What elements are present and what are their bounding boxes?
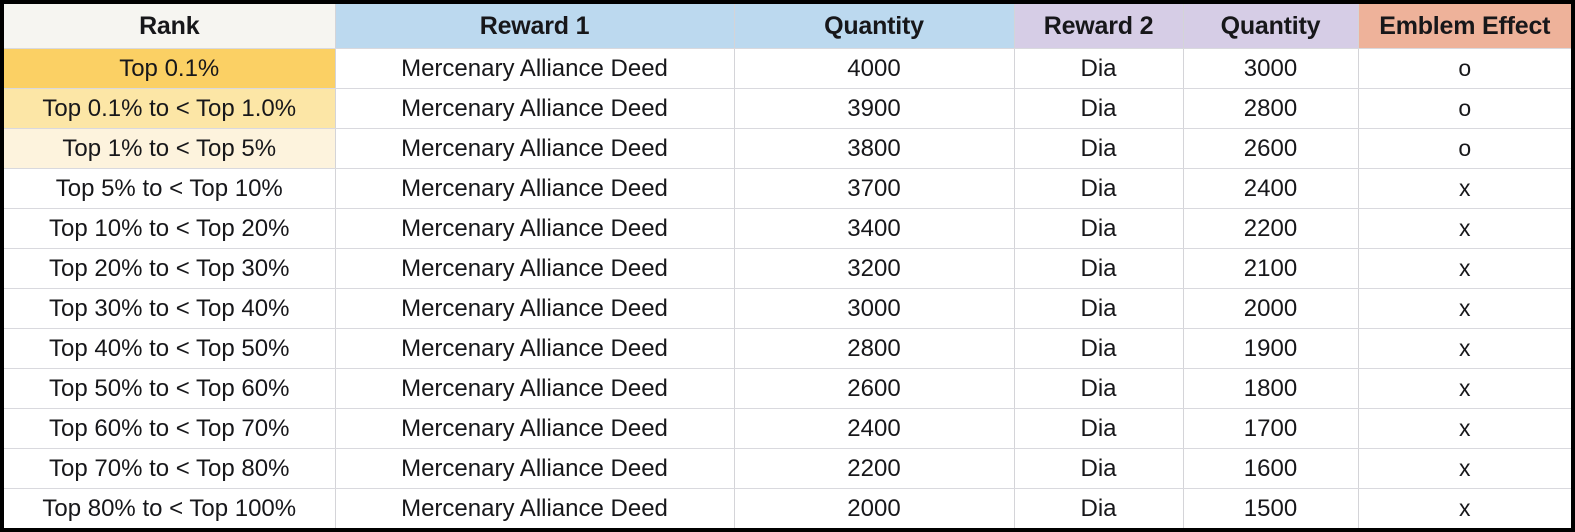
table-header: Rank Reward 1 Quantity Reward 2 Quantity…	[4, 4, 1571, 49]
cell-quantity-1: 3200	[734, 248, 1015, 289]
cell-emblem-effect: x	[1358, 488, 1571, 528]
cell-emblem-effect: o	[1358, 48, 1571, 89]
cell-emblem-effect: x	[1358, 408, 1571, 449]
cell-reward-2: Dia	[1014, 208, 1184, 249]
cell-reward-2: Dia	[1014, 248, 1184, 289]
cell-quantity-2: 1700	[1183, 408, 1359, 449]
cell-reward-2: Dia	[1014, 488, 1184, 528]
cell-rank: Top 70% to < Top 80%	[4, 448, 336, 489]
cell-quantity-2: 3000	[1183, 48, 1359, 89]
column-header-rank[interactable]: Rank	[4, 4, 336, 49]
cell-reward-1: Mercenary Alliance Deed	[335, 288, 735, 329]
cell-emblem-effect: x	[1358, 248, 1571, 289]
table-row: Top 70% to < Top 80% Mercenary Alliance D…	[4, 448, 1571, 489]
cell-rank: Top 80% to < Top 100%	[4, 488, 336, 528]
cell-emblem-effect: x	[1358, 368, 1571, 409]
cell-quantity-2: 1800	[1183, 368, 1359, 409]
cell-reward-1: Mercenary Alliance Deed	[335, 48, 735, 89]
cell-quantity-1: 2000	[734, 488, 1015, 528]
cell-quantity-1: 3400	[734, 208, 1015, 249]
cell-reward-1: Mercenary Alliance Deed	[335, 168, 735, 209]
column-header-reward-2[interactable]: Reward 2	[1014, 4, 1184, 49]
table-row: Top 50% to < Top 60% Mercenary Alliance D…	[4, 368, 1571, 409]
cell-reward-1: Mercenary Alliance Deed	[335, 368, 735, 409]
cell-quantity-1: 3900	[734, 88, 1015, 129]
cell-reward-1: Mercenary Alliance Deed	[335, 88, 735, 129]
cell-reward-1: Mercenary Alliance Deed	[335, 208, 735, 249]
cell-quantity-1: 3700	[734, 168, 1015, 209]
column-header-quantity-1[interactable]: Quantity	[734, 4, 1015, 49]
table-row: Top 40% to < Top 50% Mercenary Alliance D…	[4, 328, 1571, 369]
cell-rank: Top 50% to < Top 60%	[4, 368, 336, 409]
cell-emblem-effect: x	[1358, 168, 1571, 209]
cell-rank: Top 0.1% to < Top 1.0%	[4, 88, 336, 129]
cell-quantity-2: 2800	[1183, 88, 1359, 129]
cell-rank: Top 0.1%	[4, 48, 336, 89]
cell-rank: Top 5% to < Top 10%	[4, 168, 336, 209]
cell-reward-1: Mercenary Alliance Deed	[335, 448, 735, 489]
cell-reward-1: Mercenary Alliance Deed	[335, 248, 735, 289]
cell-reward-2: Dia	[1014, 328, 1184, 369]
reward-table-frame: Rank Reward 1 Quantity Reward 2 Quantity…	[0, 0, 1575, 532]
column-header-reward-1[interactable]: Reward 1	[335, 4, 735, 49]
rank-rewards-table: Rank Reward 1 Quantity Reward 2 Quantity…	[4, 4, 1571, 528]
cell-rank: Top 60% to < Top 70%	[4, 408, 336, 449]
cell-quantity-2: 1900	[1183, 328, 1359, 369]
cell-reward-1: Mercenary Alliance Deed	[335, 408, 735, 449]
table-row: Top 10% to < Top 20% Mercenary Alliance D…	[4, 208, 1571, 249]
cell-reward-1: Mercenary Alliance Deed	[335, 488, 735, 528]
cell-emblem-effect: x	[1358, 448, 1571, 489]
column-header-quantity-2[interactable]: Quantity	[1183, 4, 1359, 49]
cell-reward-2: Dia	[1014, 48, 1184, 89]
cell-reward-2: Dia	[1014, 128, 1184, 169]
cell-quantity-2: 2200	[1183, 208, 1359, 249]
cell-rank: Top 20% to < Top 30%	[4, 248, 336, 289]
cell-reward-1: Mercenary Alliance Deed	[335, 328, 735, 369]
cell-quantity-1: 3000	[734, 288, 1015, 329]
cell-reward-2: Dia	[1014, 408, 1184, 449]
cell-reward-2: Dia	[1014, 448, 1184, 489]
cell-quantity-2: 2000	[1183, 288, 1359, 329]
cell-quantity-2: 2600	[1183, 128, 1359, 169]
cell-quantity-2: 1500	[1183, 488, 1359, 528]
cell-reward-2: Dia	[1014, 288, 1184, 329]
cell-quantity-1: 2600	[734, 368, 1015, 409]
cell-rank: Top 40% to < Top 50%	[4, 328, 336, 369]
cell-emblem-effect: o	[1358, 128, 1571, 169]
table-row: Top 0.1% to < Top 1.0% Mercenary Alliance…	[4, 88, 1571, 129]
column-header-emblem-effect[interactable]: Emblem Effect	[1358, 4, 1571, 49]
cell-quantity-2: 2400	[1183, 168, 1359, 209]
cell-reward-2: Dia	[1014, 368, 1184, 409]
cell-reward-2: Dia	[1014, 88, 1184, 129]
cell-quantity-1: 2800	[734, 328, 1015, 369]
table-row: Top 1% to < Top 5% Mercenary Alliance Dee…	[4, 128, 1571, 169]
cell-emblem-effect: x	[1358, 328, 1571, 369]
cell-rank: Top 10% to < Top 20%	[4, 208, 336, 249]
table-row: Top 0.1% Mercenary Alliance Deed 4000 Dia 30…	[4, 48, 1571, 89]
cell-quantity-1: 2200	[734, 448, 1015, 489]
cell-rank: Top 30% to < Top 40%	[4, 288, 336, 329]
cell-reward-2: Dia	[1014, 168, 1184, 209]
cell-quantity-2: 2100	[1183, 248, 1359, 289]
table-row: Top 30% to < Top 40% Mercenary Alliance D…	[4, 288, 1571, 329]
cell-emblem-effect: o	[1358, 88, 1571, 129]
cell-quantity-1: 3800	[734, 128, 1015, 169]
table-row: Top 80% to < Top 100% Mercenary Alliance …	[4, 488, 1571, 528]
cell-emblem-effect: x	[1358, 288, 1571, 329]
table-row: Top 20% to < Top 30% Mercenary Alliance D…	[4, 248, 1571, 289]
cell-emblem-effect: x	[1358, 208, 1571, 249]
table-row: Top 60% to < Top 70% Mercenary Alliance D…	[4, 408, 1571, 449]
cell-reward-1: Mercenary Alliance Deed	[335, 128, 735, 169]
table-row: Top 5% to < Top 10% Mercenary Alliance De…	[4, 168, 1571, 209]
cell-rank: Top 1% to < Top 5%	[4, 128, 336, 169]
table-body: Top 0.1% Mercenary Alliance Deed 4000 Dia 30…	[4, 48, 1571, 528]
cell-quantity-1: 2400	[734, 408, 1015, 449]
cell-quantity-1: 4000	[734, 48, 1015, 89]
cell-quantity-2: 1600	[1183, 448, 1359, 489]
table-header-row: Rank Reward 1 Quantity Reward 2 Quantity…	[4, 4, 1571, 49]
